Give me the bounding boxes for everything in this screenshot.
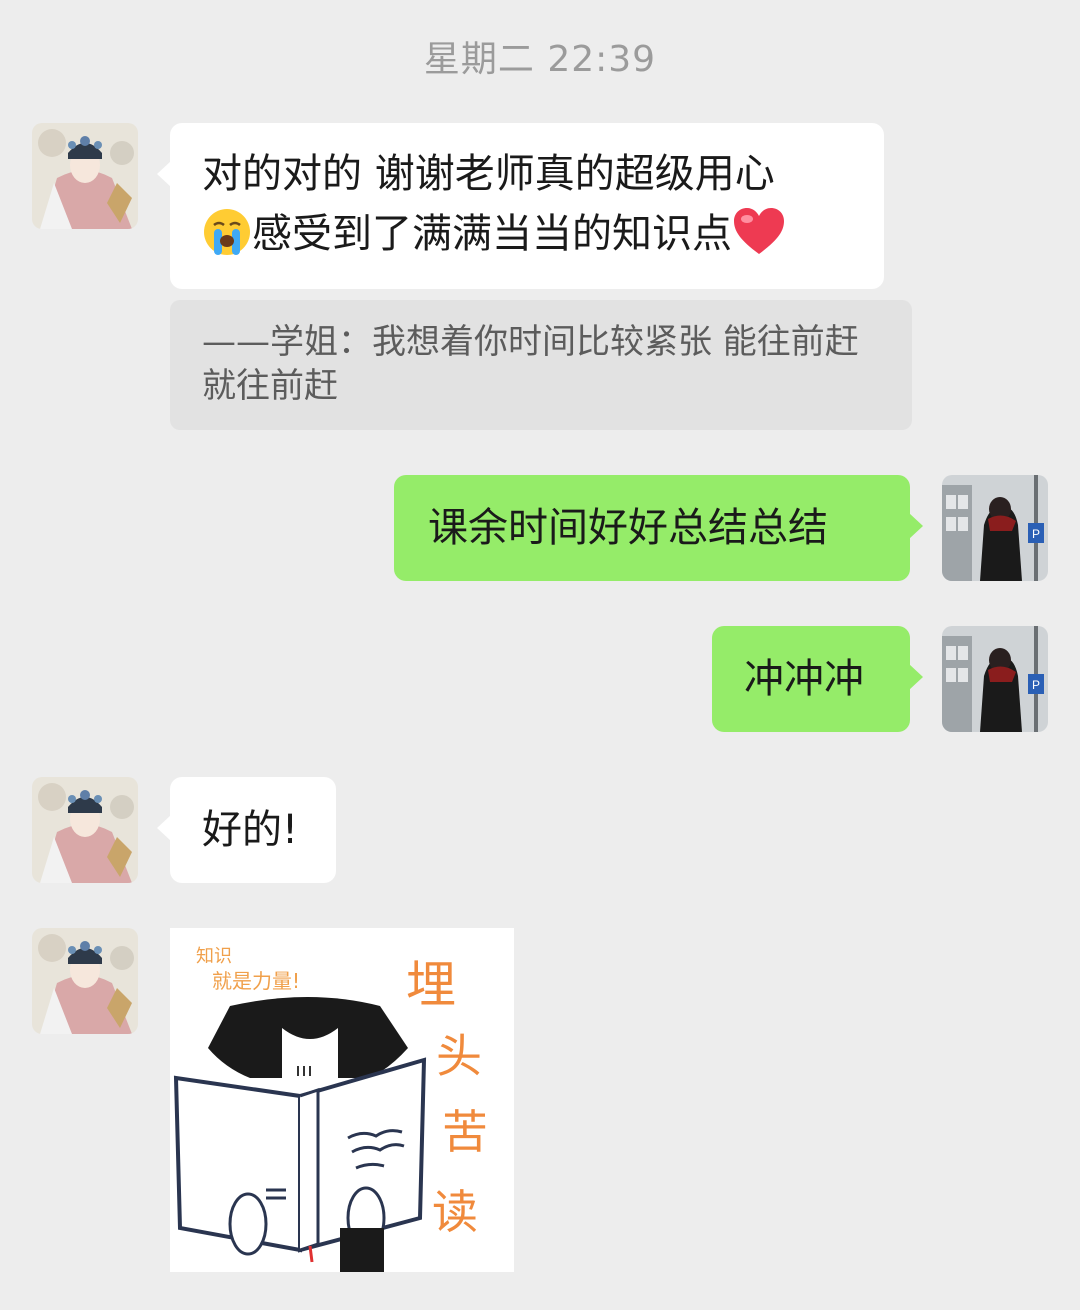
contact-avatar[interactable] [32,777,138,883]
chat-timestamp: 星期二 22:39 [423,39,657,80]
self-avatar[interactable]: P [942,626,1048,732]
sticker-vertical-char-2: 头 [436,1029,482,1083]
message-bubble[interactable]: 冲冲冲 [712,626,923,732]
message-text-line-2: 感受到了满满当当的知识点 [202,204,852,274]
message-bubble[interactable]: 好的! [157,777,336,883]
sticker-caption-1: 知识 [196,946,232,967]
self-avatar-image: P [942,626,1048,732]
quoted-message-text: ——学姐：我想着你时间比较紧张 能往前赶就往前赶 [202,322,859,406]
self-avatar[interactable]: P [942,475,1048,581]
sticker-image[interactable]: 知识 就是力量! 埋 头 苦 读 [170,928,514,1272]
quoted-message[interactable]: ——学姐：我想着你时间比较紧张 能往前赶就往前赶 [170,300,912,430]
sticker-vertical-char-1: 埋 [406,956,456,1014]
reading-book-sticker: 知识 就是力量! 埋 头 苦 读 [170,928,514,1272]
contact-avatar[interactable] [32,928,138,1034]
message-text-line-1: 对的对的 谢谢老师真的超级用心 [202,151,775,197]
contact-avatar[interactable] [32,123,138,229]
contact-avatar-image [32,777,138,883]
message-text: 冲冲冲 [744,656,864,702]
svg-text:P: P [1032,678,1040,692]
message-text-line-2-text: 感受到了满满当当的知识点 [252,211,732,257]
message-bubble[interactable]: 课余时间好好总结总结 [394,475,923,581]
sticker-vertical-char-4: 读 [432,1185,478,1239]
contact-avatar-image [32,928,138,1034]
sticker-caption-2: 就是力量! [212,969,300,993]
message-bubble[interactable]: 对的对的 谢谢老师真的超级用心 感受到了满满当当的知识点 [157,123,884,289]
contact-avatar-image [32,123,138,229]
message-text: 好的! [202,807,299,853]
self-avatar-image: P [942,475,1048,581]
crying-face-icon [202,207,252,274]
heart-icon [732,207,786,274]
svg-text:P: P [1032,527,1040,541]
message-text: 课余时间好好总结总结 [428,505,828,551]
sticker-vertical-char-3: 苦 [442,1105,488,1159]
